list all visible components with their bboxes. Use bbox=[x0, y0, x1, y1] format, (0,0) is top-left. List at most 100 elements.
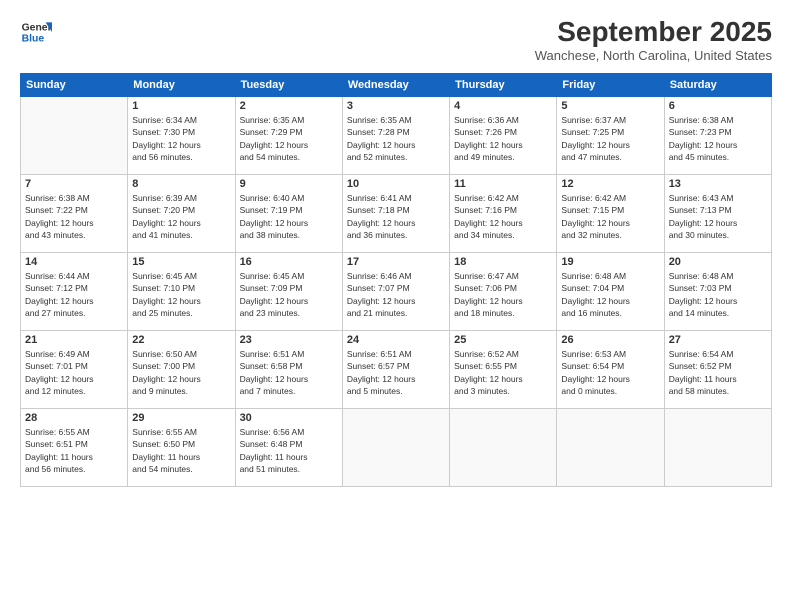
day-info: Sunrise: 6:39 AM Sunset: 7:20 PM Dayligh… bbox=[132, 192, 230, 241]
table-row: 7Sunrise: 6:38 AM Sunset: 7:22 PM Daylig… bbox=[21, 175, 128, 253]
day-info: Sunrise: 6:51 AM Sunset: 6:57 PM Dayligh… bbox=[347, 348, 445, 397]
header-row: Sunday Monday Tuesday Wednesday Thursday… bbox=[21, 74, 772, 97]
title-block: September 2025 Wanchese, North Carolina,… bbox=[535, 16, 772, 63]
day-info: Sunrise: 6:56 AM Sunset: 6:48 PM Dayligh… bbox=[240, 426, 338, 475]
table-row: 26 Sunrise: 6:53 AM Sunset: 6:54 PM Dayli… bbox=[557, 331, 664, 409]
table-row bbox=[664, 409, 771, 487]
day-info: Sunrise: 6:54 AM Sunset: 6:52 PM Dayligh… bbox=[669, 348, 767, 397]
calendar-week-4: 28 Sunrise: 6:55 AM Sunset: 6:51 PM Dayli… bbox=[21, 409, 772, 487]
calendar-week-3: 21 Sunrise: 6:49 AM Sunset: 7:01 PM Dayli… bbox=[21, 331, 772, 409]
table-row: 29Sunrise: 6:55 AM Sunset: 6:50 PM Dayli… bbox=[128, 409, 235, 487]
day-number: 29 bbox=[132, 412, 230, 424]
day-info: Sunrise: 6:41 AM Sunset: 7:18 PM Dayligh… bbox=[347, 192, 445, 241]
day-info: Sunrise: 6:52 AM Sunset: 6:55 PM Dayligh… bbox=[454, 348, 552, 397]
col-friday: Friday bbox=[557, 74, 664, 97]
table-row: 20 Sunrise: 6:48 AM Sunset: 7:03 PM Dayli… bbox=[664, 253, 771, 331]
day-info: Sunrise: 6:36 AM Sunset: 7:26 PM Dayligh… bbox=[454, 114, 552, 163]
month-title: September 2025 bbox=[535, 16, 772, 48]
calendar-week-1: 7Sunrise: 6:38 AM Sunset: 7:22 PM Daylig… bbox=[21, 175, 772, 253]
day-number: 22 bbox=[132, 334, 230, 346]
table-row: 11 Sunrise: 6:42 AM Sunset: 7:16 PM Dayli… bbox=[450, 175, 557, 253]
day-number: 9 bbox=[240, 178, 338, 190]
table-row bbox=[557, 409, 664, 487]
day-number: 30 bbox=[240, 412, 338, 424]
col-saturday: Saturday bbox=[664, 74, 771, 97]
day-number: 15 bbox=[132, 256, 230, 268]
table-row: 1 Sunrise: 6:34 AM Sunset: 7:30 PM Daylig… bbox=[128, 97, 235, 175]
day-number: 27 bbox=[669, 334, 767, 346]
day-number: 19 bbox=[561, 256, 659, 268]
day-info: Sunrise: 6:38 AM Sunset: 7:22 PM Dayligh… bbox=[25, 192, 123, 241]
table-row: 10 Sunrise: 6:41 AM Sunset: 7:18 PM Dayli… bbox=[342, 175, 449, 253]
table-row: 5Sunrise: 6:37 AM Sunset: 7:25 PM Daylig… bbox=[557, 97, 664, 175]
table-row: 19 Sunrise: 6:48 AM Sunset: 7:04 PM Dayli… bbox=[557, 253, 664, 331]
table-row: 8 Sunrise: 6:39 AM Sunset: 7:20 PM Daylig… bbox=[128, 175, 235, 253]
logo-icon: General Blue bbox=[20, 16, 52, 48]
col-thursday: Thursday bbox=[450, 74, 557, 97]
table-row: 18 Sunrise: 6:47 AM Sunset: 7:06 PM Dayli… bbox=[450, 253, 557, 331]
day-number: 17 bbox=[347, 256, 445, 268]
logo: General Blue bbox=[20, 16, 52, 48]
day-number: 8 bbox=[132, 178, 230, 190]
table-row: 24Sunrise: 6:51 AM Sunset: 6:57 PM Dayli… bbox=[342, 331, 449, 409]
day-number: 14 bbox=[25, 256, 123, 268]
header: General Blue September 2025 Wanchese, No… bbox=[20, 16, 772, 63]
col-monday: Monday bbox=[128, 74, 235, 97]
day-info: Sunrise: 6:48 AM Sunset: 7:04 PM Dayligh… bbox=[561, 270, 659, 319]
table-row: 21 Sunrise: 6:49 AM Sunset: 7:01 PM Dayli… bbox=[21, 331, 128, 409]
day-number: 26 bbox=[561, 334, 659, 346]
day-number: 16 bbox=[240, 256, 338, 268]
table-row: 2 Sunrise: 6:35 AM Sunset: 7:29 PM Daylig… bbox=[235, 97, 342, 175]
table-row: 28 Sunrise: 6:55 AM Sunset: 6:51 PM Dayli… bbox=[21, 409, 128, 487]
day-info: Sunrise: 6:50 AM Sunset: 7:00 PM Dayligh… bbox=[132, 348, 230, 397]
table-row: 3Sunrise: 6:35 AM Sunset: 7:28 PM Daylig… bbox=[342, 97, 449, 175]
day-number: 13 bbox=[669, 178, 767, 190]
day-number: 6 bbox=[669, 100, 767, 112]
day-number: 18 bbox=[454, 256, 552, 268]
day-number: 3 bbox=[347, 100, 445, 112]
day-info: Sunrise: 6:55 AM Sunset: 6:51 PM Dayligh… bbox=[25, 426, 123, 475]
table-row: 4Sunrise: 6:36 AM Sunset: 7:26 PM Daylig… bbox=[450, 97, 557, 175]
table-row: 12Sunrise: 6:42 AM Sunset: 7:15 PM Dayli… bbox=[557, 175, 664, 253]
day-info: Sunrise: 6:35 AM Sunset: 7:29 PM Dayligh… bbox=[240, 114, 338, 163]
table-row: 9 Sunrise: 6:40 AM Sunset: 7:19 PM Daylig… bbox=[235, 175, 342, 253]
day-number: 23 bbox=[240, 334, 338, 346]
calendar-week-0: 1 Sunrise: 6:34 AM Sunset: 7:30 PM Daylig… bbox=[21, 97, 772, 175]
calendar-week-2: 14Sunrise: 6:44 AM Sunset: 7:12 PM Dayli… bbox=[21, 253, 772, 331]
table-row bbox=[21, 97, 128, 175]
table-row bbox=[342, 409, 449, 487]
day-number: 10 bbox=[347, 178, 445, 190]
day-info: Sunrise: 6:40 AM Sunset: 7:19 PM Dayligh… bbox=[240, 192, 338, 241]
day-number: 11 bbox=[454, 178, 552, 190]
day-number: 1 bbox=[132, 100, 230, 112]
table-row: 22 Sunrise: 6:50 AM Sunset: 7:00 PM Dayli… bbox=[128, 331, 235, 409]
table-row: 23 Sunrise: 6:51 AM Sunset: 6:58 PM Dayli… bbox=[235, 331, 342, 409]
table-row: 14Sunrise: 6:44 AM Sunset: 7:12 PM Dayli… bbox=[21, 253, 128, 331]
table-row: 17 Sunrise: 6:46 AM Sunset: 7:07 PM Dayli… bbox=[342, 253, 449, 331]
col-wednesday: Wednesday bbox=[342, 74, 449, 97]
page: General Blue September 2025 Wanchese, No… bbox=[0, 0, 792, 612]
day-info: Sunrise: 6:48 AM Sunset: 7:03 PM Dayligh… bbox=[669, 270, 767, 319]
table-row: 15 Sunrise: 6:45 AM Sunset: 7:10 PM Dayli… bbox=[128, 253, 235, 331]
day-number: 2 bbox=[240, 100, 338, 112]
col-tuesday: Tuesday bbox=[235, 74, 342, 97]
day-info: Sunrise: 6:43 AM Sunset: 7:13 PM Dayligh… bbox=[669, 192, 767, 241]
table-row: 25 Sunrise: 6:52 AM Sunset: 6:55 PM Dayli… bbox=[450, 331, 557, 409]
table-row: 30 Sunrise: 6:56 AM Sunset: 6:48 PM Dayli… bbox=[235, 409, 342, 487]
day-number: 21 bbox=[25, 334, 123, 346]
day-number: 28 bbox=[25, 412, 123, 424]
day-info: Sunrise: 6:45 AM Sunset: 7:10 PM Dayligh… bbox=[132, 270, 230, 319]
day-number: 25 bbox=[454, 334, 552, 346]
table-row: 27 Sunrise: 6:54 AM Sunset: 6:52 PM Dayli… bbox=[664, 331, 771, 409]
day-number: 20 bbox=[669, 256, 767, 268]
day-info: Sunrise: 6:47 AM Sunset: 7:06 PM Dayligh… bbox=[454, 270, 552, 319]
day-number: 12 bbox=[561, 178, 659, 190]
day-info: Sunrise: 6:34 AM Sunset: 7:30 PM Dayligh… bbox=[132, 114, 230, 163]
day-info: Sunrise: 6:51 AM Sunset: 6:58 PM Dayligh… bbox=[240, 348, 338, 397]
day-info: Sunrise: 6:53 AM Sunset: 6:54 PM Dayligh… bbox=[561, 348, 659, 397]
day-info: Sunrise: 6:46 AM Sunset: 7:07 PM Dayligh… bbox=[347, 270, 445, 319]
location-title: Wanchese, North Carolina, United States bbox=[535, 48, 772, 63]
day-info: Sunrise: 6:49 AM Sunset: 7:01 PM Dayligh… bbox=[25, 348, 123, 397]
day-info: Sunrise: 6:42 AM Sunset: 7:16 PM Dayligh… bbox=[454, 192, 552, 241]
svg-text:Blue: Blue bbox=[22, 34, 45, 45]
